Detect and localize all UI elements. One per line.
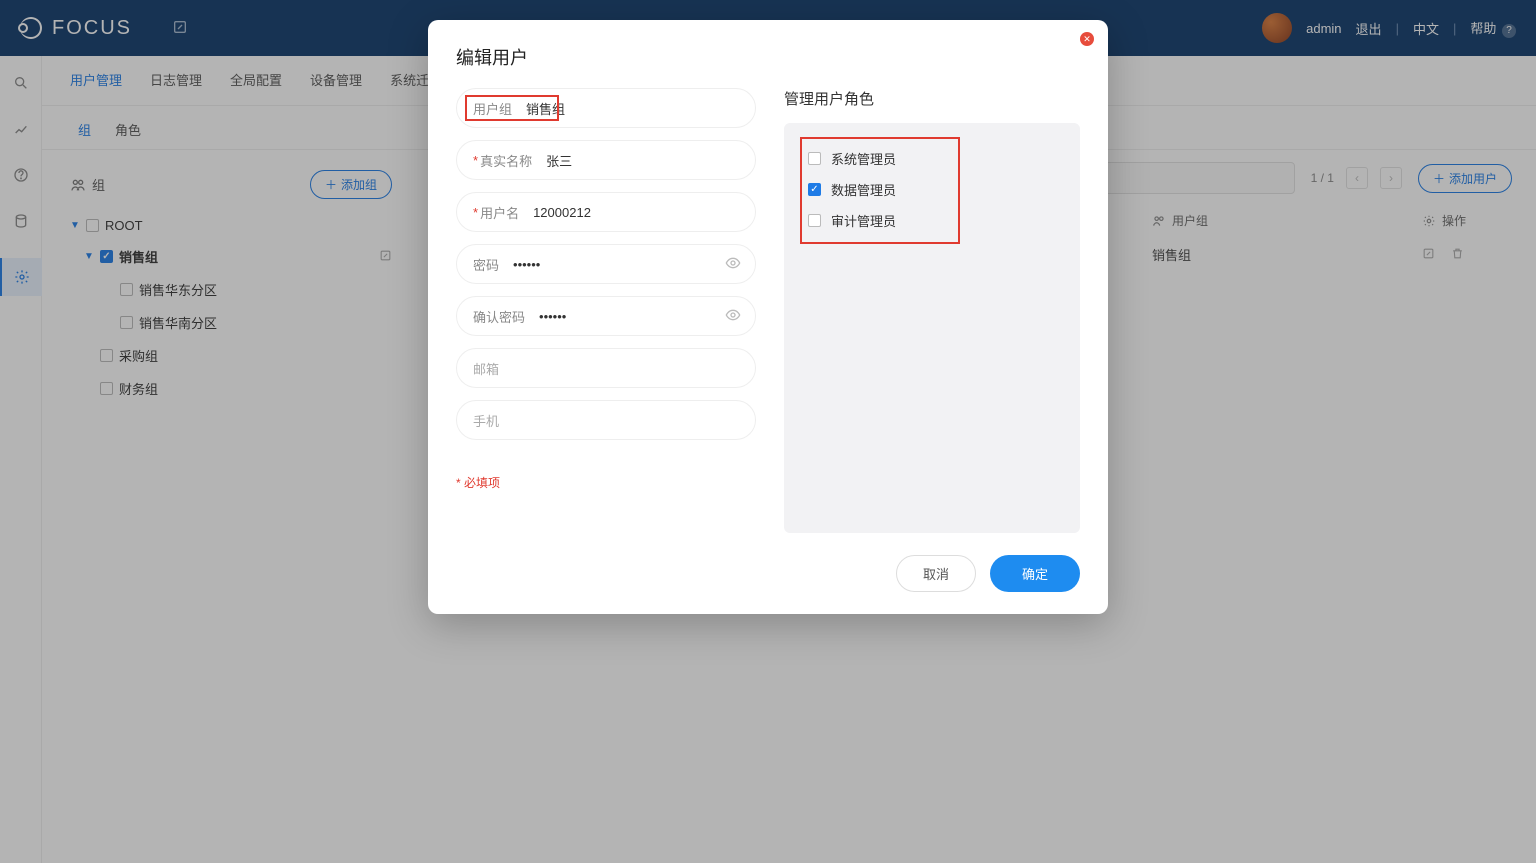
usergroup-field[interactable]: 用户组 销售组	[456, 88, 756, 128]
roles-title: 管理用户角色	[784, 88, 1080, 109]
edit-user-modal: ✕ 编辑用户 用户组 销售组 * 真实名称 张三 * 用户名 12000212	[428, 20, 1108, 614]
modal-title: 编辑用户	[456, 44, 1080, 70]
checkbox[interactable]	[808, 183, 821, 196]
field-label: 邮箱	[473, 359, 499, 378]
eye-icon[interactable]	[725, 255, 741, 274]
field-value: 销售组	[526, 99, 565, 118]
field-value: ••••••	[539, 309, 566, 324]
field-value: 张三	[546, 151, 572, 170]
role-row-auditadmin[interactable]: 审计管理员	[806, 205, 898, 236]
field-label: 密码	[473, 255, 499, 274]
role-label: 数据管理员	[831, 180, 896, 199]
field-label: 真实名称	[480, 151, 532, 170]
modal-overlay: ✕ 编辑用户 用户组 销售组 * 真实名称 张三 * 用户名 12000212	[0, 0, 1536, 863]
roles-column: 管理用户角色 系统管理员 数据管理员 审计管理员	[784, 88, 1080, 533]
email-field[interactable]: 邮箱	[456, 348, 756, 388]
roles-box: 系统管理员 数据管理员 审计管理员	[784, 123, 1080, 533]
field-label: 手机	[473, 411, 499, 430]
field-value: ••••••	[513, 257, 540, 272]
role-label: 审计管理员	[831, 211, 896, 230]
realname-field[interactable]: * 真实名称 张三	[456, 140, 756, 180]
role-label: 系统管理员	[831, 149, 896, 168]
confirm-button[interactable]: 确定	[990, 555, 1080, 592]
eye-icon[interactable]	[725, 307, 741, 326]
field-label: 确认密码	[473, 307, 525, 326]
checkbox[interactable]	[808, 152, 821, 165]
required-note: * 必填项	[456, 474, 756, 491]
cancel-button[interactable]: 取消	[896, 555, 976, 592]
role-row-dataadmin[interactable]: 数据管理员	[806, 174, 898, 205]
username-field[interactable]: * 用户名 12000212	[456, 192, 756, 232]
checkbox[interactable]	[808, 214, 821, 227]
role-row-sysadmin[interactable]: 系统管理员	[806, 143, 898, 174]
password-field[interactable]: 密码 ••••••	[456, 244, 756, 284]
field-label: 用户组	[473, 99, 512, 118]
confirm-password-field[interactable]: 确认密码 ••••••	[456, 296, 756, 336]
highlight-box: 系统管理员 数据管理员 审计管理员	[800, 137, 960, 244]
phone-field[interactable]: 手机	[456, 400, 756, 440]
form-column: 用户组 销售组 * 真实名称 张三 * 用户名 12000212 密码 ••••…	[456, 88, 756, 533]
close-icon[interactable]: ✕	[1080, 32, 1094, 46]
field-label: 用户名	[480, 203, 519, 222]
field-value: 12000212	[533, 205, 591, 220]
